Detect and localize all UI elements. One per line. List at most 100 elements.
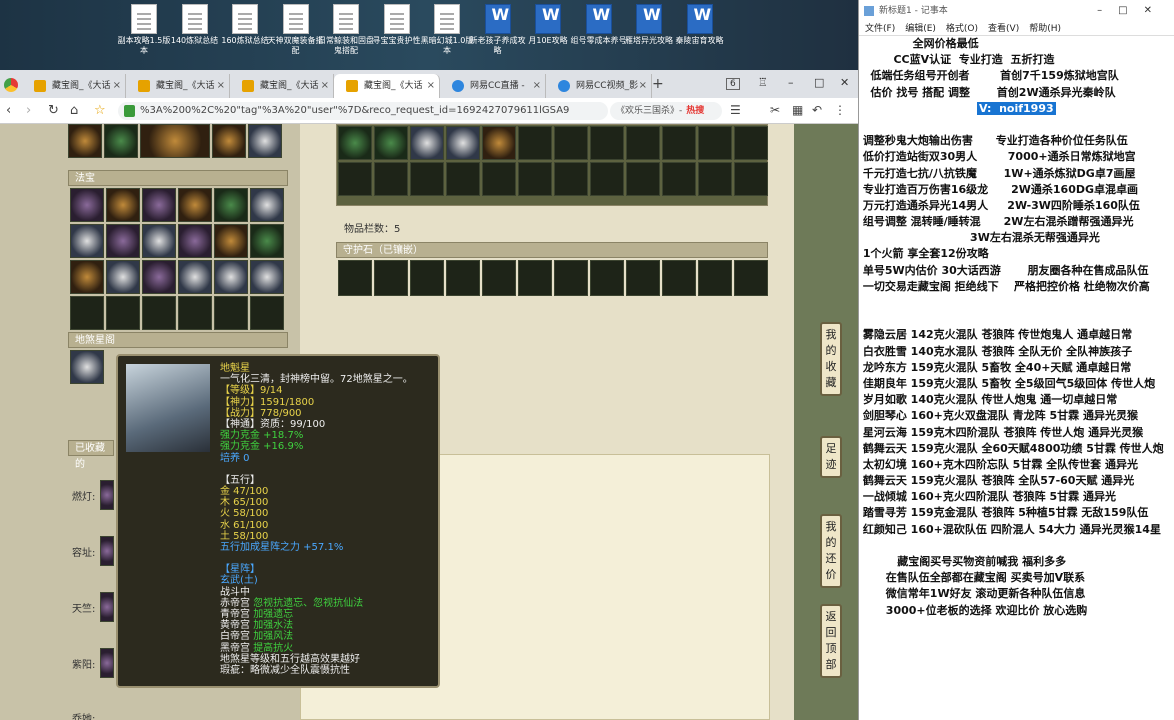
close-tab-icon[interactable]: ×: [113, 74, 121, 98]
close-tab-icon[interactable]: ×: [321, 74, 329, 98]
guardian-slot[interactable]: [590, 260, 624, 296]
guardian-slot[interactable]: [698, 260, 732, 296]
minimize-icon[interactable]: –: [788, 76, 794, 89]
item-slot[interactable]: [106, 188, 140, 222]
guardian-slot[interactable]: [374, 260, 408, 296]
item-slot[interactable]: [338, 126, 372, 160]
notepad-menu-item[interactable]: 帮助(H): [1029, 24, 1061, 34]
item-slot[interactable]: [70, 188, 104, 222]
item-slot[interactable]: [142, 296, 176, 330]
item-slot[interactable]: [662, 162, 696, 196]
item-slot[interactable]: [374, 126, 408, 160]
guardian-slot[interactable]: [482, 260, 516, 296]
item-slot[interactable]: [482, 162, 516, 196]
item-slot[interactable]: [104, 124, 138, 158]
guardian-slot[interactable]: [446, 260, 480, 296]
char-avatar[interactable]: [100, 480, 114, 510]
reload-icon[interactable]: ↻: [48, 103, 59, 118]
item-slot[interactable]: [518, 162, 552, 196]
item-slot[interactable]: [142, 260, 176, 294]
grid-icon[interactable]: ▦: [792, 103, 803, 117]
more-icon[interactable]: ⋮: [834, 103, 846, 117]
char-avatar[interactable]: [100, 536, 114, 566]
browser-tab[interactable]: 网易CC直播 - ×: [440, 74, 546, 98]
item-slot[interactable]: [374, 162, 408, 196]
item-slot[interactable]: [178, 224, 212, 258]
guardian-slot[interactable]: [410, 260, 444, 296]
item-slot[interactable]: [518, 126, 552, 160]
browser-tab[interactable]: 藏宝阁_《大话 ×: [334, 74, 440, 98]
item-slot[interactable]: [662, 126, 696, 160]
item-slot[interactable]: [250, 188, 284, 222]
item-slot[interactable]: [482, 126, 516, 160]
close-tab-icon[interactable]: ×: [533, 74, 541, 98]
browser-tab[interactable]: 藏宝阁_《大话 ×: [126, 74, 230, 98]
search-box[interactable]: 《欢乐三国杀》- 热搜: [610, 102, 722, 120]
item-slot[interactable]: [68, 124, 102, 158]
desktop-icon[interactable]: 黑暗幻城1.0版本: [419, 4, 475, 56]
desktop-icon[interactable]: 寻宝宝贵护性: [369, 4, 425, 46]
item-slot[interactable]: [106, 260, 140, 294]
item-slot[interactable]: [250, 224, 284, 258]
browser-tab[interactable]: 网易CC视频_影 ×: [546, 74, 652, 98]
char-avatar[interactable]: [100, 648, 114, 678]
desktop-icon[interactable]: 组号零成本养号: [571, 4, 627, 46]
notepad-text[interactable]: 全网价格最低 CC蓝V认证 专业打造 五折打造 低端任务组号开创者 首创7千15…: [859, 36, 1174, 619]
item-slot[interactable]: [178, 260, 212, 294]
item-slot[interactable]: [446, 162, 480, 196]
item-slot[interactable]: [106, 224, 140, 258]
item-slot[interactable]: [590, 162, 624, 196]
item-slot[interactable]: [590, 126, 624, 160]
undo-icon[interactable]: ↶: [812, 103, 822, 117]
guardian-slot[interactable]: [734, 260, 768, 296]
notepad-menu-item[interactable]: 查看(V): [988, 24, 1019, 34]
item-slot[interactable]: [410, 162, 444, 196]
notepad-menu-item[interactable]: 格式(O): [946, 24, 978, 34]
item-slot[interactable]: [70, 224, 104, 258]
browser-tab[interactable]: 藏宝阁_《大话 ×: [22, 74, 126, 98]
selected-contact-text[interactable]: V: noif1993: [977, 101, 1056, 115]
item-slot[interactable]: [214, 260, 248, 294]
item-slot[interactable]: [338, 162, 372, 196]
item-slot[interactable]: [70, 260, 104, 294]
notepad-menu-item[interactable]: 文件(F): [865, 24, 895, 34]
item-slot[interactable]: [142, 224, 176, 258]
item-slot[interactable]: [106, 296, 140, 330]
guardian-slot[interactable]: [626, 260, 660, 296]
item-slot[interactable]: [140, 124, 210, 158]
item-slot[interactable]: [212, 124, 246, 158]
desktop-icon[interactable]: 秦陵宙育攻略: [672, 4, 728, 46]
forward-icon[interactable]: ›: [26, 103, 31, 118]
item-slot[interactable]: [248, 124, 282, 158]
home-icon[interactable]: ⌂: [70, 103, 78, 118]
item-slot[interactable]: [142, 188, 176, 222]
item-slot[interactable]: [250, 260, 284, 294]
item-slot[interactable]: [554, 162, 588, 196]
desktop-icon[interactable]: 140炼狱总结: [167, 4, 223, 46]
browser-tab[interactable]: 藏宝阁_《大话 ×: [230, 74, 334, 98]
side-button[interactable]: 返回顶部: [820, 604, 842, 678]
item-slot[interactable]: [626, 126, 660, 160]
desktop-icon[interactable]: 副本攻略1.5版本: [116, 4, 172, 56]
tab-count-badge[interactable]: 6: [726, 78, 740, 90]
menu-icon[interactable]: ☰: [730, 103, 741, 117]
item-slot[interactable]: [70, 296, 104, 330]
item-slot[interactable]: [446, 126, 480, 160]
guardian-slot[interactable]: [662, 260, 696, 296]
scissors-icon[interactable]: ✂: [770, 103, 780, 117]
item-slot[interactable]: [250, 296, 284, 330]
close-tab-icon[interactable]: ×: [217, 74, 225, 98]
desktop-icon[interactable]: 日常鲸装和固盘鬼搭配: [318, 4, 374, 56]
char-avatar[interactable]: [100, 592, 114, 622]
url-input[interactable]: %3A%200%2C%20"tag"%3A%20"user"%7D&reco_r…: [118, 102, 608, 120]
new-tab-icon[interactable]: +: [652, 76, 664, 92]
item-slot[interactable]: [698, 162, 732, 196]
item-slot[interactable]: [178, 188, 212, 222]
desktop-icon[interactable]: 160炼狱总结: [217, 4, 273, 46]
close-icon[interactable]: ✕: [840, 76, 849, 89]
disha-slot[interactable]: [70, 350, 104, 384]
item-slot[interactable]: [178, 296, 212, 330]
desktop-icon[interactable]: 雁塔异光攻略: [621, 4, 677, 46]
close-tab-icon[interactable]: ×: [427, 74, 435, 98]
guardian-slot[interactable]: [518, 260, 552, 296]
